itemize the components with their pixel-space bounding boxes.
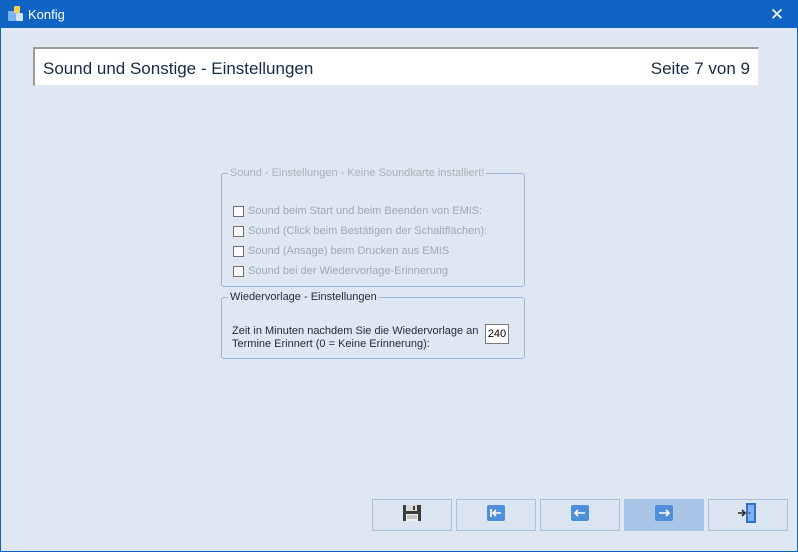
page-header: Sound und Sonstige - Einstellungen Seite… — [33, 47, 759, 86]
app-icon — [7, 5, 25, 23]
checkbox-box[interactable] — [233, 265, 244, 277]
previous-page-button[interactable] — [540, 499, 620, 531]
sound-settings-legend: Sound - Einstellungen - Keine Soundkarte… — [230, 167, 485, 179]
page-indicator: Seite 7 von 9 — [650, 59, 750, 78]
exit-button[interactable] — [708, 499, 788, 531]
close-icon: ✕ — [769, 4, 785, 24]
sound-print-checkbox[interactable]: Sound (Ansage) beim Drucken aus EMIS — [233, 243, 449, 259]
checkbox-label: Sound bei der Wiedervorlage-Erinnerung — [248, 265, 448, 277]
reminder-minutes-label: Zeit in Minuten nachdem Sie die Wiedervo… — [232, 325, 479, 350]
first-page-icon — [487, 504, 505, 526]
title-bar[interactable]: Konfig ✕ — [1, 1, 797, 28]
save-button[interactable] — [372, 499, 452, 531]
page-title: Sound und Sonstige - Einstellungen — [43, 59, 314, 78]
checkbox-label: Sound beim Start und beim Beenden von EM… — [248, 205, 483, 217]
checkbox-label: Sound (Click beim Bestätigen der Schaltf… — [248, 225, 488, 237]
close-button[interactable]: ✕ — [757, 1, 797, 28]
next-page-icon — [655, 504, 673, 526]
first-page-button[interactable] — [456, 499, 536, 531]
window-title: Konfig — [28, 7, 65, 22]
sound-start-end-checkbox[interactable]: Sound beim Start und beim Beenden von EM… — [233, 203, 482, 219]
next-page-button[interactable] — [624, 499, 704, 531]
wiedervorlage-settings-group: Wiedervorlage - Einstellungen Zeit in Mi… — [221, 291, 525, 359]
reminder-minutes-input[interactable] — [485, 324, 509, 344]
checkbox-box[interactable] — [233, 205, 244, 217]
sound-settings-group: Sound - Einstellungen - Keine Soundkarte… — [221, 167, 525, 287]
sound-click-checkbox[interactable]: Sound (Click beim Bestätigen der Schaltf… — [233, 223, 487, 239]
save-icon — [402, 504, 422, 527]
sound-reminder-checkbox[interactable]: Sound bei der Wiedervorlage-Erinnerung — [233, 263, 448, 279]
checkbox-box[interactable] — [233, 225, 244, 237]
previous-page-icon — [571, 504, 589, 526]
checkbox-box[interactable] — [233, 245, 244, 257]
exit-door-icon — [737, 502, 759, 529]
wiedervorlage-settings-legend: Wiedervorlage - Einstellungen — [230, 291, 377, 303]
checkbox-label: Sound (Ansage) beim Drucken aus EMIS — [248, 245, 450, 257]
konfig-window: Konfig ✕ Sound und Sonstige - Einstellun… — [0, 0, 798, 552]
